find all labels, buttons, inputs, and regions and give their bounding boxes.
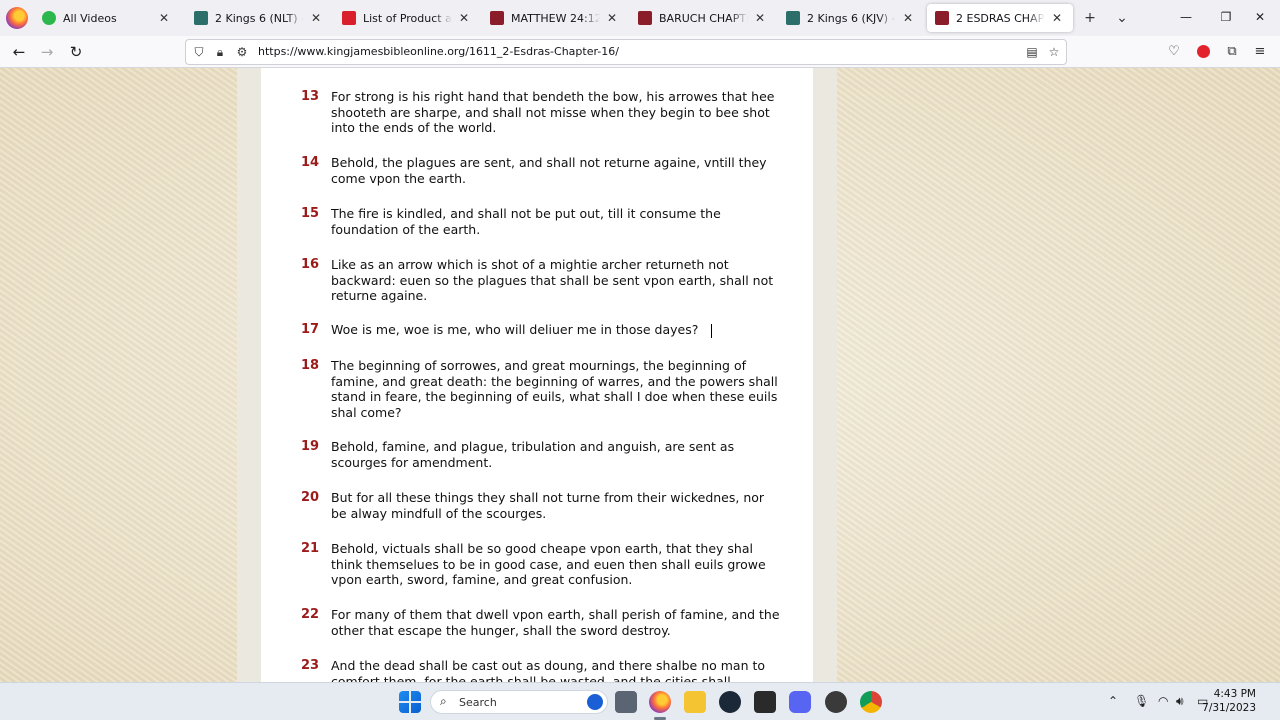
pocket-icon[interactable]: ♡ xyxy=(1163,41,1185,63)
reload-icon[interactable]: ↻ xyxy=(65,41,87,63)
tab-2-esdras[interactable]: 2 ESDRAS CHAPTER 16 | ✕ xyxy=(927,4,1073,32)
verse-number[interactable]: 19 xyxy=(301,439,327,454)
tab-title: List of Product and Foo xyxy=(363,11,452,25)
verse-text: But for all these things they shall not … xyxy=(331,490,765,521)
verse-number[interactable]: 14 xyxy=(301,155,327,170)
verse-number[interactable]: 22 xyxy=(301,607,327,622)
firefox-view-icon[interactable] xyxy=(6,7,28,29)
verse-text: Like as an arrow which is shot of a migh… xyxy=(331,257,774,304)
task-view-icon[interactable] xyxy=(615,691,637,713)
minimize-icon[interactable]: — xyxy=(1166,6,1206,28)
wifi-icon[interactable]: ◠ xyxy=(1158,694,1168,708)
verse-23: 23 And the dead shall be cast out as dou… xyxy=(301,658,781,682)
bing-icon[interactable] xyxy=(587,694,603,710)
verse-number[interactable]: 20 xyxy=(301,490,327,505)
hamburger-menu-icon[interactable]: ≡ xyxy=(1249,41,1271,63)
address-bar[interactable]: ⛉ 🔒︎ ⚙ https://www.kingjamesbibleonline.… xyxy=(185,39,1067,65)
tab-matthew[interactable]: MATTHEW 24:12 KJV "A ✕ xyxy=(482,4,628,32)
tab-title: BARUCH CHAPTER 2 KJ xyxy=(659,11,748,25)
back-arrow-icon[interactable]: ← xyxy=(8,41,30,63)
discord-icon[interactable] xyxy=(789,691,811,713)
firefox-icon[interactable] xyxy=(649,691,671,713)
tab-2-kings-kjv[interactable]: 2 Kings 6 (KJV) - And th ✕ xyxy=(778,4,924,32)
verse-number[interactable]: 17 xyxy=(301,322,327,337)
verse-number[interactable]: 18 xyxy=(301,358,327,373)
bible-icon xyxy=(490,11,504,25)
tab-strip: All Videos ✕ 2 Kings 6 (NLT) - One da ✕ … xyxy=(0,0,1280,36)
windows-start-icon[interactable] xyxy=(399,691,421,713)
tab-all-videos[interactable]: All Videos ✕ xyxy=(34,4,180,32)
windows-taskbar: ⌕ Search ⌃ 🎙︎ ◠ 🔊︎ ▭ 4:43 PM 7/31/2023 xyxy=(0,682,1280,720)
verse-text: For many of them that dwell vpon earth, … xyxy=(331,607,780,638)
tab-title: 2 ESDRAS CHAPTER 16 | xyxy=(956,11,1045,25)
volume-icon[interactable]: 🔊︎ xyxy=(1176,694,1184,709)
verse-number[interactable]: 15 xyxy=(301,206,327,221)
tab-product-list[interactable]: List of Product and Foo ✕ xyxy=(334,4,480,32)
tab-title: 2 Kings 6 (NLT) - One da xyxy=(215,11,304,25)
extensions-puzzle-icon[interactable]: ⧉ xyxy=(1221,41,1243,63)
verse-text: And the dead shall be cast out as doung,… xyxy=(331,658,766,682)
clock-date: 7/31/2023 xyxy=(1202,702,1256,714)
file-explorer-icon[interactable] xyxy=(684,691,706,713)
search-icon: ⌕ xyxy=(440,694,447,708)
extension-icon[interactable] xyxy=(1192,41,1214,63)
bible-gateway-icon xyxy=(786,11,800,25)
verse-text: Behold, victuals shall be so good cheape… xyxy=(331,541,766,588)
new-tab-icon[interactable]: + xyxy=(1080,8,1100,28)
tab-close-icon[interactable]: ✕ xyxy=(752,11,768,25)
red-doc-icon xyxy=(342,11,356,25)
openai-icon[interactable] xyxy=(825,691,847,713)
tab-title: All Videos xyxy=(63,11,117,25)
verse-number[interactable]: 16 xyxy=(301,257,327,272)
tab-title: 2 Kings 6 (KJV) - And th xyxy=(807,11,896,25)
tab-close-icon[interactable]: ✕ xyxy=(1049,11,1065,25)
play-icon xyxy=(42,11,56,25)
list-tabs-chevron-icon[interactable]: ⌄ xyxy=(1112,8,1132,28)
verse-number[interactable]: 21 xyxy=(301,541,327,556)
tab-close-icon[interactable]: ✕ xyxy=(308,11,324,25)
verse-text: Behold, famine, and plague, tribulation … xyxy=(331,439,735,470)
tab-close-icon[interactable]: ✕ xyxy=(156,11,172,25)
tab-title: MATTHEW 24:12 KJV "A xyxy=(511,11,600,25)
verse-text: For strong is his right hand that bendet… xyxy=(331,89,775,136)
tab-close-icon[interactable]: ✕ xyxy=(604,11,620,25)
clock-time: 4:43 PM xyxy=(1213,688,1256,700)
verse-number[interactable]: 13 xyxy=(301,89,327,104)
taskbar-search[interactable]: ⌕ Search xyxy=(430,690,608,714)
epic-games-icon[interactable] xyxy=(754,691,776,713)
navigation-toolbar: ← → ↻ ⛉ 🔒︎ ⚙ https://www.kingjamesbibleo… xyxy=(0,36,1280,68)
tray-chevron-icon[interactable]: ⌃ xyxy=(1108,694,1118,708)
tab-2-kings-nlt[interactable]: 2 Kings 6 (NLT) - One da ✕ xyxy=(186,4,332,32)
url-text[interactable]: https://www.kingjamesbibleonline.org/161… xyxy=(258,45,619,58)
bible-icon xyxy=(935,11,949,25)
forward-arrow-icon[interactable]: → xyxy=(36,41,58,63)
shield-icon[interactable]: ⛉ xyxy=(190,43,208,61)
verse-text: The beginning of sorrowes, and great mou… xyxy=(331,358,778,421)
bookmark-star-icon[interactable]: ☆ xyxy=(1045,43,1063,61)
microphone-icon[interactable]: 🎙︎ xyxy=(1134,694,1149,708)
tab-close-icon[interactable]: ✕ xyxy=(900,11,916,25)
verse-text: The fire is kindled, and shall not be pu… xyxy=(331,206,721,237)
bible-icon xyxy=(638,11,652,25)
tab-baruch[interactable]: BARUCH CHAPTER 2 KJ ✕ xyxy=(630,4,776,32)
bible-gateway-icon xyxy=(194,11,208,25)
steam-icon[interactable] xyxy=(719,691,741,713)
chrome-icon[interactable] xyxy=(860,691,882,713)
lock-icon[interactable]: 🔒︎ xyxy=(211,43,229,61)
close-window-icon[interactable]: ✕ xyxy=(1240,6,1280,28)
search-label: Search xyxy=(459,696,497,709)
tab-close-icon[interactable]: ✕ xyxy=(456,11,472,25)
reader-view-icon[interactable]: ▤ xyxy=(1023,43,1041,61)
verse-number[interactable]: 23 xyxy=(301,658,327,673)
system-clock[interactable]: 4:43 PM 7/31/2023 xyxy=(1202,687,1256,715)
text-cursor xyxy=(709,324,715,338)
permissions-icon[interactable]: ⚙ xyxy=(233,43,251,61)
verse-text: Behold, the plagues are sent, and shall … xyxy=(331,155,767,186)
